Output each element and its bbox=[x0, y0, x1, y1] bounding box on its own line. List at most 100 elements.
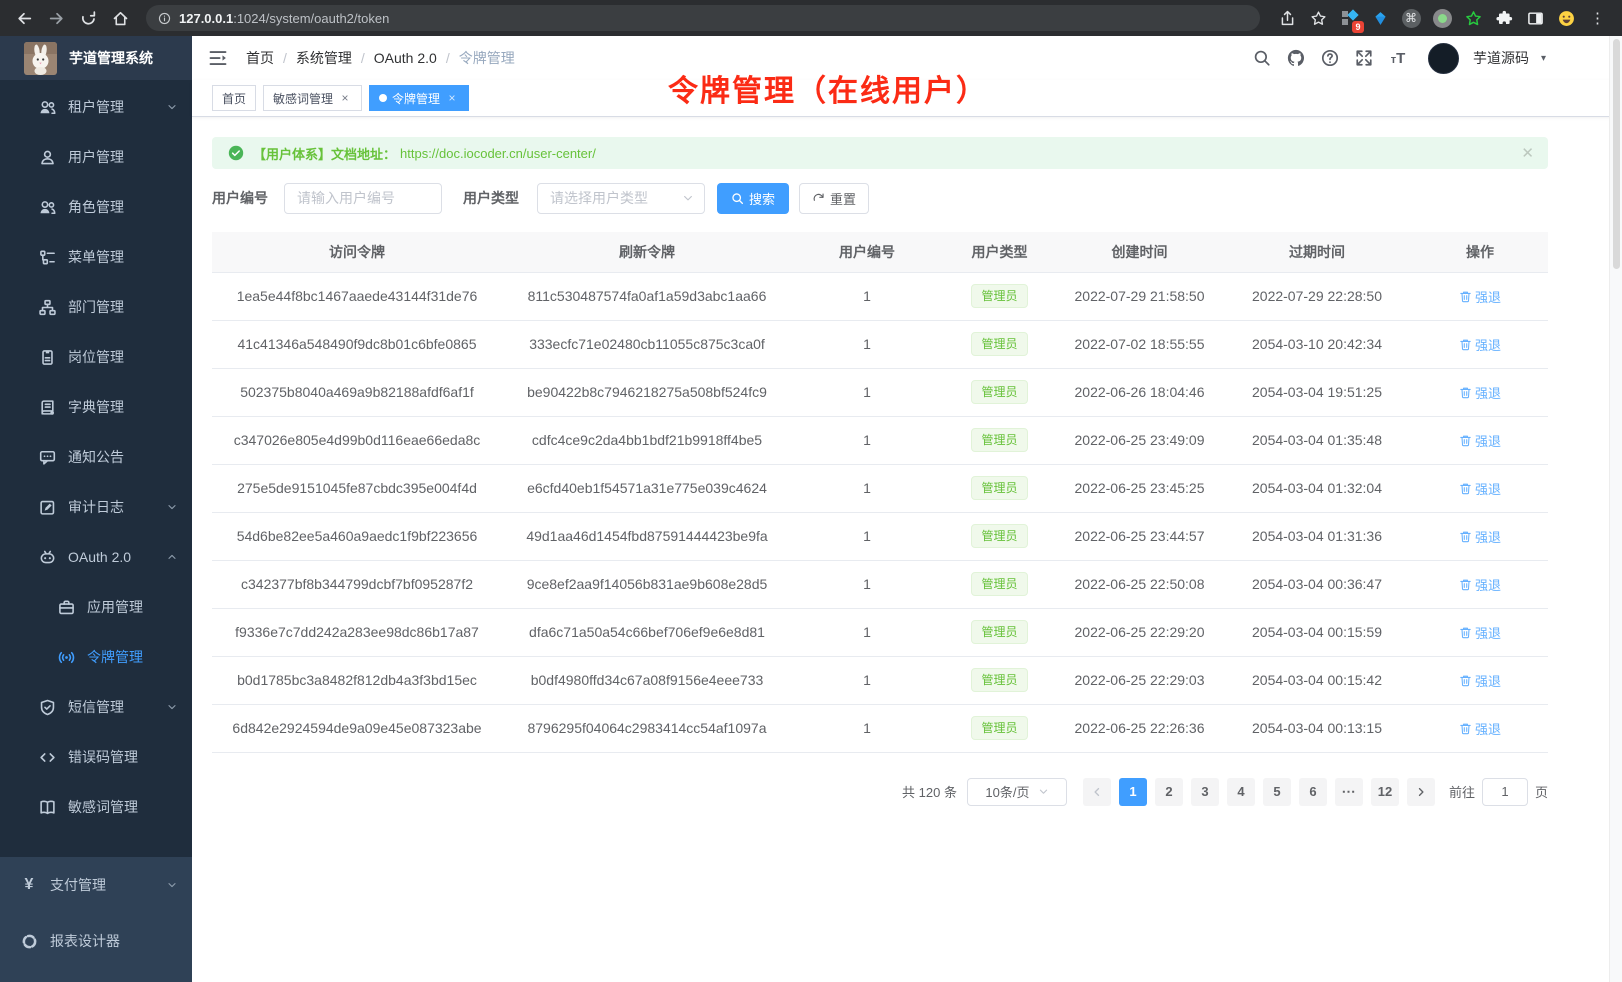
sidebar-item-sms[interactable]: 短信管理 bbox=[0, 682, 192, 732]
refresh-token-cell: e6cfd40eb1f54571a31e775e039c4624 bbox=[502, 464, 792, 512]
trash-icon bbox=[1459, 434, 1472, 447]
extension-grid-diamond-icon[interactable]: 9 bbox=[1338, 7, 1360, 29]
force-logout-button[interactable]: 强退 bbox=[1459, 335, 1501, 354]
token-table: 访问令牌刷新令牌用户编号用户类型创建时间过期时间操作 1ea5e44f8bc14… bbox=[212, 232, 1548, 753]
next-page-button[interactable] bbox=[1407, 778, 1435, 806]
pagination: 共 120 条 10条/页 123456⋯12 前往 页 bbox=[212, 778, 1548, 806]
reset-button[interactable]: 重置 bbox=[799, 183, 869, 214]
user-avatar[interactable] bbox=[1428, 43, 1459, 74]
sidebar-item-menu[interactable]: 菜单管理 bbox=[0, 232, 192, 282]
browser-forward-icon[interactable] bbox=[42, 4, 70, 32]
breadcrumb-item[interactable]: OAuth 2.0 bbox=[374, 50, 437, 66]
fullscreen-icon[interactable] bbox=[1352, 46, 1376, 70]
sidebar-item-role[interactable]: 角色管理 bbox=[0, 182, 192, 232]
tab-item[interactable]: 敏感词管理× bbox=[263, 85, 362, 111]
force-logout-button[interactable]: 强退 bbox=[1459, 527, 1501, 546]
force-logout-button[interactable]: 强退 bbox=[1459, 287, 1501, 306]
sidebar-item-pay[interactable]: ¥支付管理 bbox=[0, 857, 192, 913]
goto-page-input[interactable] bbox=[1482, 778, 1528, 806]
browser-menu-icon[interactable]: ⋮ bbox=[1586, 7, 1608, 29]
github-icon[interactable] bbox=[1284, 46, 1308, 70]
sidebar-collapse-icon[interactable] bbox=[208, 47, 230, 69]
more-pages-button[interactable]: ⋯ bbox=[1335, 778, 1363, 806]
sidebar-item-audit-log[interactable]: 审计日志 bbox=[0, 482, 192, 532]
username[interactable]: 芋道源码 bbox=[1473, 48, 1529, 68]
user-id-input[interactable] bbox=[284, 183, 442, 214]
search-button[interactable]: 搜索 bbox=[717, 183, 789, 214]
page-button-2[interactable]: 2 bbox=[1155, 778, 1183, 806]
user-caret-down-icon[interactable]: ▾ bbox=[1541, 53, 1546, 64]
sidebar-item-error-code[interactable]: 错误码管理 bbox=[0, 732, 192, 782]
tab-active[interactable]: 令牌管理× bbox=[369, 85, 469, 111]
extension-command-icon[interactable]: ⌘ bbox=[1400, 7, 1422, 29]
tab-close-icon[interactable]: × bbox=[445, 91, 459, 105]
extension-recorder-icon[interactable] bbox=[1431, 7, 1453, 29]
user-type-badge: 管理员 bbox=[971, 572, 1027, 596]
sidebar-item-report-designer[interactable]: 报表设计器 bbox=[0, 913, 192, 969]
page-button-12[interactable]: 12 bbox=[1371, 778, 1399, 806]
tab-item[interactable]: 首页 bbox=[212, 85, 256, 111]
user-type-select[interactable]: 请选择用户类型 bbox=[537, 183, 705, 214]
help-icon[interactable] bbox=[1318, 46, 1342, 70]
prev-page-button[interactable] bbox=[1083, 778, 1111, 806]
page-button-6[interactable]: 6 bbox=[1299, 778, 1327, 806]
alert-doc-link[interactable]: https://doc.iocoder.cn/user-center/ bbox=[400, 146, 596, 161]
extensions-puzzle-icon[interactable] bbox=[1493, 7, 1515, 29]
split-screen-icon[interactable] bbox=[1524, 7, 1546, 29]
sidebar-item-tenant[interactable]: 租户管理 bbox=[0, 82, 192, 132]
operation-cell: 强退 bbox=[1412, 272, 1548, 320]
sidebar-item-notice[interactable]: 通知公告 bbox=[0, 432, 192, 482]
page-button-4[interactable]: 4 bbox=[1227, 778, 1255, 806]
sidebar-item-sensitive-word[interactable]: 敏感词管理 bbox=[0, 782, 192, 832]
browser-reload-icon[interactable] bbox=[74, 4, 102, 32]
browser-home-icon[interactable] bbox=[106, 4, 134, 32]
force-logout-button[interactable]: 强退 bbox=[1459, 479, 1501, 498]
page-button-3[interactable]: 3 bbox=[1191, 778, 1219, 806]
user-type-badge: 管理员 bbox=[971, 332, 1027, 356]
extension-green-star-icon[interactable] bbox=[1462, 7, 1484, 29]
sidebar-item-oauth2-token[interactable]: 令牌管理 bbox=[0, 632, 192, 682]
user-type-cell: 管理员 bbox=[942, 416, 1057, 464]
access-token-cell: c347026e805e4d99b0d116eae66eda8c bbox=[212, 416, 502, 464]
extension-gem-icon[interactable] bbox=[1369, 7, 1391, 29]
force-logout-button[interactable]: 强退 bbox=[1459, 383, 1501, 402]
sidebar-menu-dark: 租户管理用户管理角色管理菜单管理部门管理岗位管理字典管理通知公告审计日志OAut… bbox=[0, 80, 192, 857]
search-icon[interactable] bbox=[1250, 46, 1274, 70]
force-logout-button[interactable]: 强退 bbox=[1459, 575, 1501, 594]
page-button-5[interactable]: 5 bbox=[1263, 778, 1291, 806]
breadcrumb-item[interactable]: 系统管理 bbox=[296, 48, 352, 68]
sidebar-item-oauth2-app[interactable]: 应用管理 bbox=[0, 582, 192, 632]
briefcase-icon bbox=[57, 598, 75, 616]
sidebar-item-user[interactable]: 用户管理 bbox=[0, 132, 192, 182]
breadcrumb-item[interactable]: 首页 bbox=[246, 48, 274, 68]
force-logout-button[interactable]: 强退 bbox=[1459, 623, 1501, 642]
browser-back-icon[interactable] bbox=[10, 4, 38, 32]
page-button-1[interactable]: 1 bbox=[1119, 778, 1147, 806]
font-size-icon[interactable]: тT bbox=[1386, 46, 1410, 70]
sidebar-item-dict[interactable]: 字典管理 bbox=[0, 382, 192, 432]
app-logo[interactable]: 芋道管理系统 bbox=[0, 36, 192, 80]
page-scrollbar[interactable] bbox=[1609, 36, 1622, 982]
force-logout-button[interactable]: 强退 bbox=[1459, 431, 1501, 450]
alert-close-icon[interactable]: ✕ bbox=[1521, 144, 1534, 162]
table-row: 54d6be82ee5a460a9aedc1f9bf22365649d1aa46… bbox=[212, 512, 1548, 560]
force-logout-button[interactable]: 强退 bbox=[1459, 719, 1501, 738]
profile-emoji-avatar[interactable] bbox=[1555, 7, 1577, 29]
address-bar[interactable]: 127.0.0.1:1024/system/oauth2/token bbox=[146, 5, 1260, 31]
page-size-select[interactable]: 10条/页 bbox=[967, 778, 1067, 806]
access-token-cell: b0d1785bc3a8482f812db4a3f3bd15ec bbox=[212, 656, 502, 704]
site-info-icon[interactable] bbox=[158, 12, 171, 25]
user-type-label: 用户类型 bbox=[463, 188, 519, 208]
scrollbar-thumb[interactable] bbox=[1613, 39, 1620, 269]
users-icon bbox=[38, 98, 56, 116]
user-type-cell: 管理员 bbox=[942, 704, 1057, 752]
sidebar-item-post[interactable]: 岗位管理 bbox=[0, 332, 192, 382]
access-token-cell: 6d842e2924594de9a09e45e087323abe bbox=[212, 704, 502, 752]
sidebar-item-dept[interactable]: 部门管理 bbox=[0, 282, 192, 332]
sidebar-item-oauth2[interactable]: OAuth 2.0 bbox=[0, 532, 192, 582]
refresh-token-cell: be90422b8c7946218275a508bf524fc9 bbox=[502, 368, 792, 416]
tab-close-icon[interactable]: × bbox=[338, 91, 352, 105]
bookmark-star-icon[interactable] bbox=[1307, 7, 1329, 29]
share-icon[interactable] bbox=[1276, 7, 1298, 29]
force-logout-button[interactable]: 强退 bbox=[1459, 671, 1501, 690]
